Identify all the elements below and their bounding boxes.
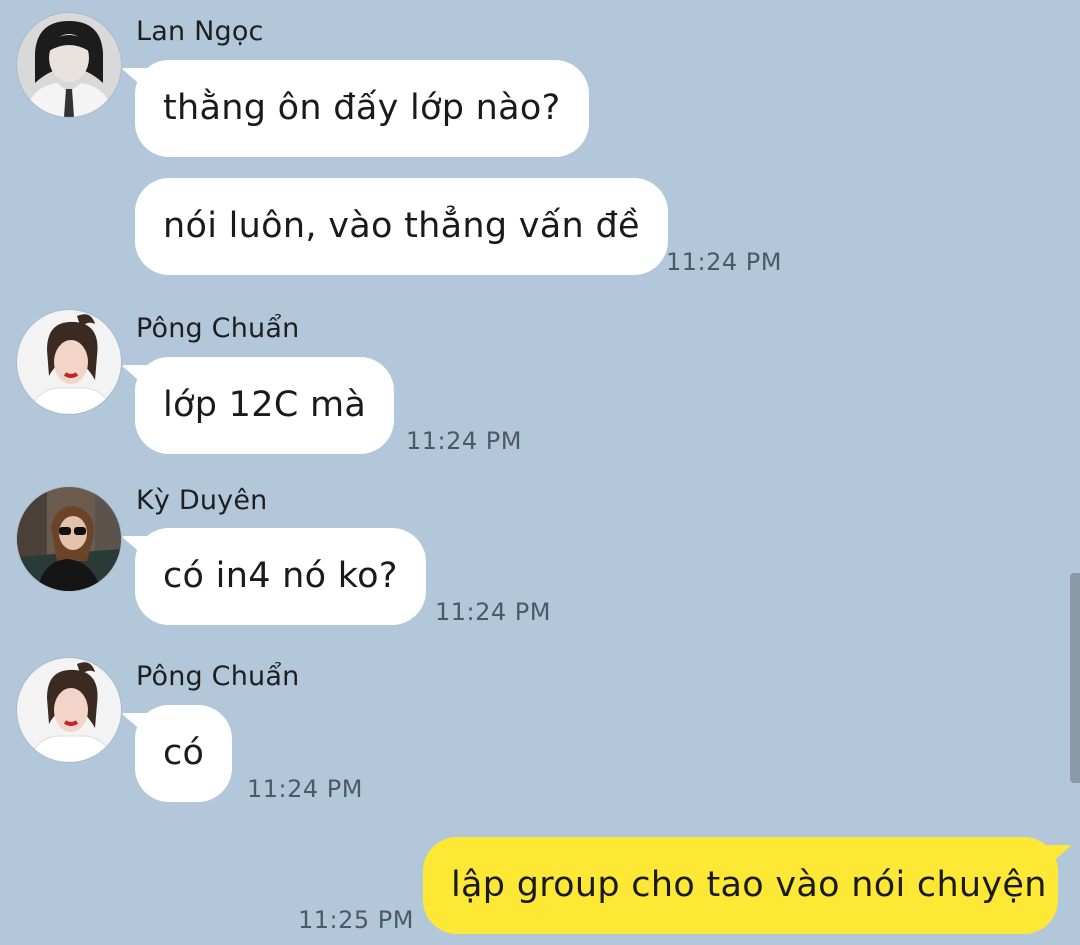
message-bubble[interactable]: có — [135, 705, 233, 802]
message-timestamp: 11:24 PM — [247, 775, 363, 803]
message-timestamp: 11:24 PM — [435, 598, 551, 626]
message-bubble[interactable]: nói luôn, vào thẳng vấn đề — [135, 178, 668, 275]
avatar[interactable] — [16, 486, 122, 592]
avatar[interactable] — [16, 657, 122, 763]
chat-area[interactable]: Lan Ngọc thằng ôn đấy lớp nào? nói luôn,… — [0, 0, 1080, 945]
sender-name: Pông Chuẩn — [136, 313, 300, 344]
message-timestamp: 11:24 PM — [406, 427, 522, 455]
my-message-bubble[interactable]: lập group cho tao vào nói chuyện — [423, 837, 1058, 934]
message-bubble[interactable]: lớp 12C mà — [135, 357, 395, 454]
message-bubble[interactable]: thằng ôn đấy lớp nào? — [135, 60, 589, 157]
avatar[interactable] — [16, 309, 122, 415]
message-timestamp: 11:24 PM — [666, 248, 782, 276]
sender-name: Pông Chuẩn — [136, 661, 300, 692]
sender-name: Lan Ngọc — [136, 16, 264, 47]
avatar[interactable] — [16, 12, 122, 118]
sender-name: Kỳ Duyên — [136, 485, 268, 516]
message-bubble[interactable]: có in4 nó ko? — [135, 528, 426, 625]
message-timestamp: 11:25 PM — [298, 906, 414, 934]
scrollbar[interactable] — [1070, 573, 1080, 783]
